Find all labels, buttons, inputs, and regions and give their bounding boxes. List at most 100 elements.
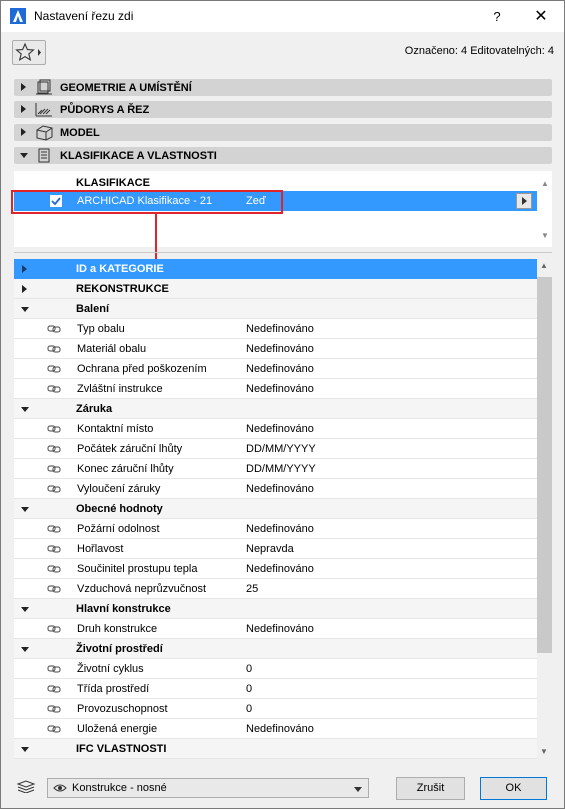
property-row[interactable]: Konec záruční lhůty DD/MM/YYYY [14, 459, 537, 479]
property-row[interactable]: Požární odolnost Nedefinováno [14, 519, 537, 539]
property-value[interactable]: 0 [246, 703, 252, 715]
annotation-highlight [11, 190, 283, 214]
property-row[interactable]: Ochrana před poškozením Nedefinováno [14, 359, 537, 379]
tree-group-row[interactable]: Hlavní konstrukce [14, 599, 537, 619]
property-name: Ochrana před poškozením [77, 363, 207, 375]
property-value[interactable]: DD/MM/YYYY [246, 463, 316, 475]
classification-picker-button[interactable] [516, 193, 532, 209]
tree-group-row[interactable]: Obecné hodnoty [14, 499, 537, 519]
property-row[interactable]: Počátek záruční lhůty DD/MM/YYYY [14, 439, 537, 459]
link-icon [47, 385, 61, 393]
scroll-down-icon[interactable]: ▼ [541, 231, 549, 240]
footer: Konstrukce - nosné Zrušit OK [1, 765, 564, 809]
property-tree: ID a KATEGORIE REKONSTRUKCE Balení Typ obal… [14, 259, 537, 759]
property-value[interactable]: Nedefinováno [246, 483, 314, 495]
property-row[interactable]: Druh konstrukce Nedefinováno [14, 619, 537, 639]
panel-model[interactable]: MODEL [14, 124, 552, 141]
model-icon [36, 125, 53, 141]
property-value[interactable]: 25 [246, 583, 258, 595]
tree-group-row[interactable]: Životní prostředí [14, 639, 537, 659]
property-row[interactable]: Zvláštní instrukce Nedefinováno [14, 379, 537, 399]
property-value[interactable]: Nedefinováno [246, 363, 314, 375]
property-name: Životní cyklus [77, 663, 144, 675]
ok-button[interactable]: OK [480, 777, 547, 800]
divider [14, 252, 552, 253]
property-row[interactable]: Kontaktní místo Nedefinováno [14, 419, 537, 439]
star-icon [15, 42, 41, 61]
collapse-triangle-icon [20, 153, 28, 158]
link-icon [47, 685, 61, 693]
expand-triangle-icon[interactable] [22, 285, 27, 293]
favorites-button[interactable] [12, 40, 46, 65]
close-button[interactable]: ✕ [529, 6, 553, 28]
property-name: Počátek záruční lhůty [77, 443, 183, 455]
property-value[interactable]: 0 [246, 663, 252, 675]
property-row[interactable]: Součinitel prostupu tepla Nedefinováno [14, 559, 537, 579]
panel-classification[interactable]: KLASIFIKACE A VLASTNOSTI [14, 147, 552, 164]
tree-scrollbar[interactable]: ▲ ▼ [537, 259, 552, 759]
tree-group-label: REKONSTRUKCE [76, 283, 169, 295]
link-icon [47, 365, 61, 373]
eye-icon [53, 784, 67, 792]
tree-group-row[interactable]: Záruka [14, 399, 537, 419]
tree-group-row[interactable]: Balení [14, 299, 537, 319]
scrollbar-thumb[interactable] [537, 277, 552, 653]
property-value[interactable]: Nedefinováno [246, 343, 314, 355]
property-value[interactable]: Nedefinováno [246, 323, 314, 335]
collapse-triangle-icon[interactable] [21, 307, 29, 312]
expand-triangle-icon[interactable] [22, 265, 27, 273]
collapse-triangle-icon[interactable] [21, 607, 29, 612]
geometry-icon [36, 79, 52, 95]
property-name: Součinitel prostupu tepla [77, 563, 198, 575]
property-row[interactable]: Provozuschopnost 0 [14, 699, 537, 719]
property-value[interactable]: Nedefinováno [246, 423, 314, 435]
property-name: Typ obalu [77, 323, 125, 335]
property-name: Požární odolnost [77, 523, 160, 535]
property-name: Vyloučení záruky [77, 483, 161, 495]
property-name: Hořlavost [77, 543, 124, 555]
panel-geometry[interactable]: GEOMETRIE A UMÍSTĚNÍ [14, 79, 552, 96]
property-row[interactable]: Vyloučení záruky Nedefinováno [14, 479, 537, 499]
property-row[interactable]: Materiál obalu Nedefinováno [14, 339, 537, 359]
archicad-app-icon [10, 8, 26, 24]
property-row[interactable]: Vzduchová neprůzvučnost 25 [14, 579, 537, 599]
collapse-triangle-icon[interactable] [21, 747, 29, 752]
property-name: Zvláštní instrukce [77, 383, 163, 395]
collapse-triangle-icon[interactable] [21, 507, 29, 512]
property-value[interactable]: DD/MM/YYYY [246, 443, 316, 455]
collapse-triangle-icon[interactable] [21, 647, 29, 652]
tree-group-label: Obecné hodnoty [76, 503, 163, 515]
property-row[interactable]: Typ obalu Nedefinováno [14, 319, 537, 339]
panel-floorplan[interactable]: PŮDORYS A ŘEZ [14, 101, 552, 118]
link-icon [47, 465, 61, 473]
property-value[interactable]: Nedefinováno [246, 563, 314, 575]
property-row[interactable]: Hořlavost Nepravda [14, 539, 537, 559]
cancel-button[interactable]: Zrušit [396, 777, 465, 800]
tree-group-row[interactable]: IFC VLASTNOSTI [14, 739, 537, 759]
tree-group-label: Balení [76, 303, 110, 315]
property-value[interactable]: Nedefinováno [246, 723, 314, 735]
link-icon [47, 525, 61, 533]
property-value[interactable]: Nepravda [246, 543, 294, 555]
tree-group-row[interactable]: ID a KATEGORIE [14, 259, 537, 279]
tree-group-row[interactable]: REKONSTRUKCE [14, 279, 537, 299]
link-icon [47, 565, 61, 573]
property-value[interactable]: Nedefinováno [246, 383, 314, 395]
scroll-up-icon[interactable]: ▲ [540, 261, 548, 270]
collapse-triangle-icon[interactable] [21, 407, 29, 412]
layer-dropdown[interactable]: Konstrukce - nosné [47, 778, 369, 798]
property-name: Kontaktní místo [77, 423, 154, 435]
scroll-down-icon[interactable]: ▼ [540, 747, 548, 756]
property-row[interactable]: Uložená energie Nedefinováno [14, 719, 537, 739]
expand-triangle-icon [21, 128, 26, 136]
help-button[interactable]: ? [485, 6, 509, 28]
property-row[interactable]: Životní cyklus 0 [14, 659, 537, 679]
property-value[interactable]: Nedefinováno [246, 623, 314, 635]
panel-label: PŮDORYS A ŘEZ [60, 104, 150, 116]
property-value[interactable]: Nedefinováno [246, 523, 314, 535]
property-value[interactable]: 0 [246, 683, 252, 695]
panel-label: MODEL [60, 127, 100, 139]
property-row[interactable]: Třída prostředí 0 [14, 679, 537, 699]
link-icon [47, 665, 61, 673]
scroll-up-icon[interactable]: ▲ [541, 179, 549, 188]
